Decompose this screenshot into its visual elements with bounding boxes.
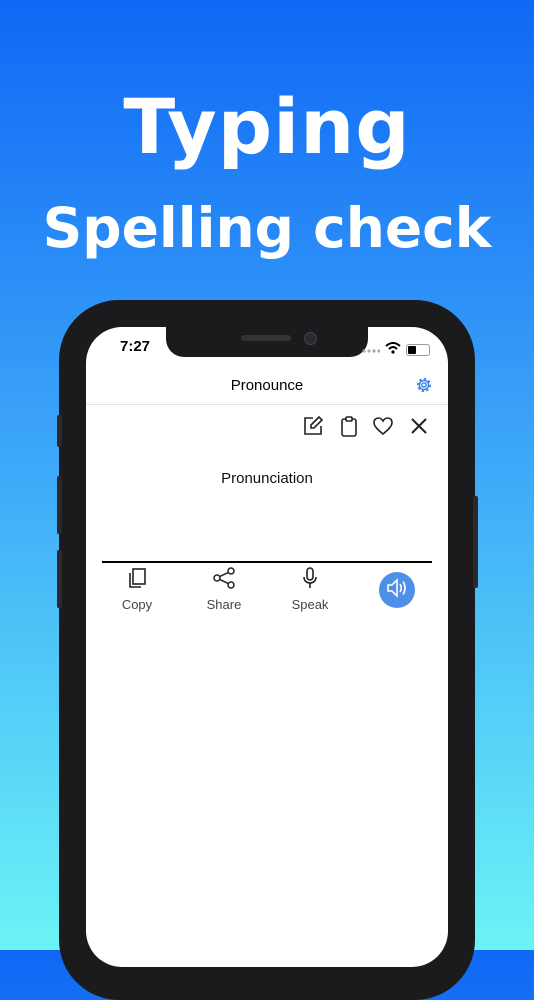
volume-down-button — [57, 550, 62, 608]
pronunciation-text[interactable]: Pronunciation — [86, 470, 448, 487]
status-time: 7:27 — [120, 338, 151, 355]
heart-icon[interactable] — [372, 415, 394, 442]
speak-label: Speak — [291, 597, 329, 612]
volume-up-button — [57, 476, 62, 534]
gear-icon[interactable] — [414, 375, 434, 400]
front-camera — [304, 332, 317, 345]
speaker-icon — [385, 577, 409, 604]
nav-divider — [86, 404, 448, 405]
wifi-icon — [385, 341, 401, 359]
earpiece — [241, 335, 291, 341]
microphone-icon — [299, 567, 321, 593]
battery-icon — [406, 344, 430, 356]
signal-icon — [362, 341, 381, 359]
copy-icon — [126, 568, 148, 593]
status-icons — [362, 341, 430, 359]
speak-button[interactable]: Speak — [270, 567, 350, 612]
close-icon[interactable] — [408, 415, 430, 442]
promo-title: Typing — [123, 82, 411, 171]
edit-icon[interactable] — [302, 415, 324, 442]
power-button — [473, 496, 478, 588]
notch — [166, 327, 368, 357]
copy-button[interactable]: Copy — [97, 567, 177, 612]
nav-title: Pronounce — [230, 377, 304, 394]
share-label: Share — [206, 597, 242, 612]
share-icon — [212, 567, 236, 593]
promo-subtitle: Spelling check — [42, 196, 492, 260]
share-button[interactable]: Share — [184, 567, 264, 612]
content-divider — [102, 561, 432, 563]
copy-label: Copy — [121, 597, 153, 612]
play-audio-button[interactable] — [379, 572, 415, 608]
mute-switch — [57, 415, 62, 447]
clipboard-icon[interactable] — [338, 415, 360, 442]
phone-screen: 7:27 Pronounce Pronunciation Copy Share … — [86, 327, 448, 967]
